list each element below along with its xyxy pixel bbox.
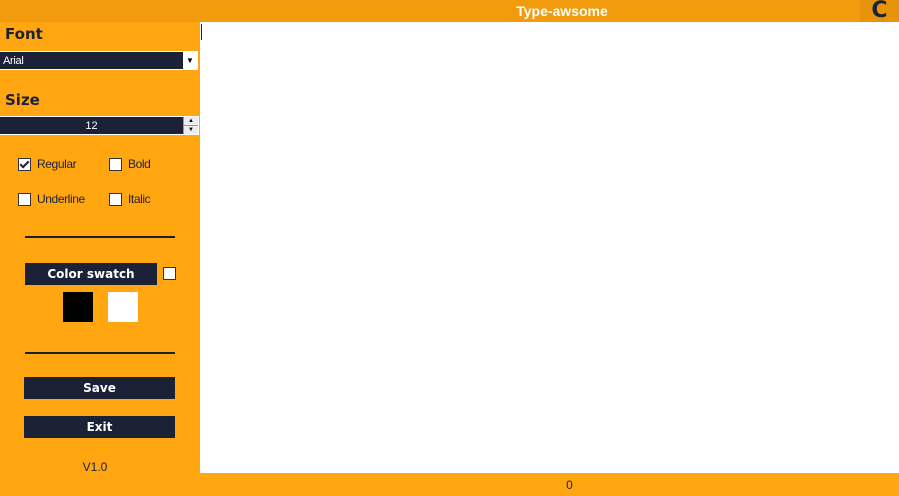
title-bar: Type-awsome C <box>0 0 899 22</box>
color-swatch-checkbox[interactable] <box>163 267 176 280</box>
underline-option[interactable]: Underline <box>18 191 85 207</box>
regular-option[interactable]: Regular <box>18 156 77 172</box>
sidebar: Font Arial ▼ Size 12 ▲ ▼ Regular Bold Un… <box>0 22 200 474</box>
spin-down-icon[interactable]: ▼ <box>184 126 198 134</box>
chevron-down-icon[interactable]: ▼ <box>183 52 197 69</box>
italic-option[interactable]: Italic <box>109 191 151 207</box>
window-title: Type-awsome <box>516 3 608 19</box>
character-count: 0 <box>566 478 573 492</box>
close-button[interactable]: C <box>860 0 899 22</box>
divider-bottom <box>25 352 175 354</box>
text-editor[interactable] <box>200 22 899 473</box>
font-heading: Font <box>5 25 43 43</box>
spin-buttons: ▲ ▼ <box>183 117 198 134</box>
color-swatch-button[interactable]: Color swatch <box>25 263 157 285</box>
divider-top <box>25 236 175 238</box>
app-window: Type-awsome C Font Arial ▼ Size 12 ▲ ▼ R… <box>0 0 899 496</box>
size-heading: Size <box>5 91 40 109</box>
font-dropdown[interactable]: Arial ▼ <box>0 51 198 70</box>
size-stepper[interactable]: 12 ▲ ▼ <box>0 116 199 135</box>
spin-up-icon[interactable]: ▲ <box>184 117 198 126</box>
italic-label: Italic <box>128 192 151 206</box>
font-dropdown-value: Arial <box>3 55 24 67</box>
regular-label: Regular <box>37 157 77 171</box>
foreground-color-swatch[interactable] <box>63 292 93 322</box>
bold-label: Bold <box>128 157 151 171</box>
background-color-swatch[interactable] <box>108 292 138 322</box>
bold-option[interactable]: Bold <box>109 156 151 172</box>
underline-label: Underline <box>37 192 85 206</box>
text-caret <box>201 24 202 40</box>
regular-checkbox[interactable] <box>18 157 31 171</box>
underline-checkbox[interactable] <box>18 192 31 206</box>
status-bar: 0 <box>0 473 899 496</box>
italic-checkbox[interactable] <box>109 192 122 206</box>
size-value[interactable]: 12 <box>0 117 183 136</box>
exit-button[interactable]: Exit <box>24 416 175 438</box>
bold-checkbox[interactable] <box>109 157 122 171</box>
save-button[interactable]: Save <box>24 377 175 399</box>
version-label: V1.0 <box>82 460 108 474</box>
